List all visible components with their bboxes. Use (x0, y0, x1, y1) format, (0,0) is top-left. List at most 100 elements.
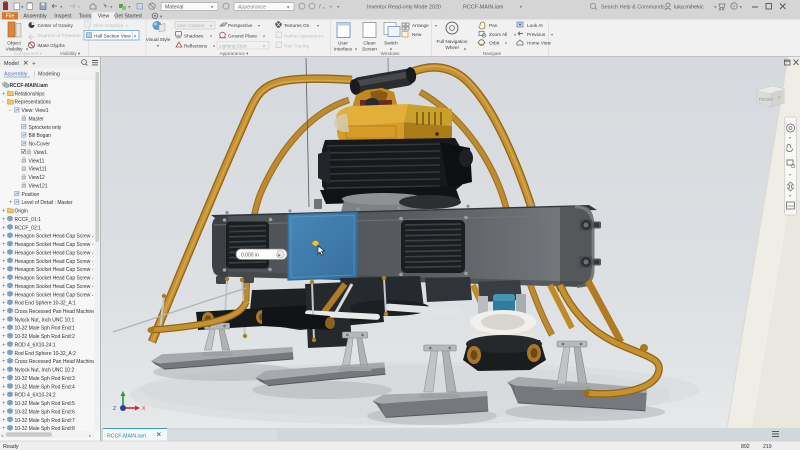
svg-text:Hexagon Socket Head Cap Screw: Hexagon Socket Head Cap Screw - Ind (15, 292, 102, 298)
svg-text:Hexagon Socket Head Cap Screw: Hexagon Socket Head Cap Screw - Ind (15, 242, 102, 248)
svg-text:Arrange: Arrange (412, 23, 429, 28)
svg-text:+: + (2, 334, 6, 340)
svg-text:Reflections: Reflections (184, 43, 208, 48)
svg-text:▾: ▾ (464, 47, 466, 52)
svg-text:View121: View121 (29, 183, 48, 189)
svg-text:Half Section View: Half Section View (94, 34, 131, 39)
svg-text:▾: ▾ (126, 23, 128, 28)
svg-text:Get Started: Get Started (114, 14, 142, 20)
svg-text:Appearance: Appearance (237, 4, 266, 10)
svg-text:+: + (2, 91, 6, 97)
svg-text:Lighting Style: Lighting Style (219, 43, 248, 48)
svg-text:▾: ▾ (317, 24, 319, 28)
svg-text:Z: Z (113, 406, 116, 412)
svg-text:Inventor Read-only Mode 2020: Inventor Read-only Mode 2020 (367, 4, 441, 10)
svg-text:▾: ▾ (355, 47, 357, 52)
svg-text:Ground Plane: Ground Plane (228, 33, 257, 38)
svg-text:-: - (9, 108, 11, 114)
svg-text:+: + (2, 359, 6, 365)
svg-text:Rod End Sphere 10-32_A:1: Rod End Sphere 10-32_A:1 (15, 301, 77, 307)
svg-text:+: + (2, 284, 6, 290)
svg-text:ROD 4_6X10-24:2: ROD 4_6X10-24:2 (15, 393, 56, 399)
svg-text:Shadows: Shadows (184, 33, 204, 38)
svg-text:Level of Detail : Master: Level of Detail : Master (22, 200, 73, 206)
svg-text:▾: ▾ (210, 34, 212, 38)
svg-text:+: + (2, 393, 6, 399)
svg-text:+: + (2, 217, 6, 223)
svg-text:Home View: Home View (527, 40, 551, 45)
svg-text:Zoom All: Zoom All (489, 32, 507, 37)
svg-text:▾: ▾ (435, 24, 437, 28)
svg-text:Wheel: Wheel (445, 45, 458, 50)
svg-text:-: - (2, 100, 4, 106)
svg-text:0.000 in: 0.000 in (241, 253, 259, 259)
svg-text:ROD 4_6X10-24:1: ROD 4_6X10-24:1 (15, 342, 56, 348)
svg-text:+: + (2, 368, 6, 374)
svg-text:Perspective: Perspective (228, 23, 253, 28)
svg-text:Cross Recessed Pan Head Machin: Cross Recessed Pan Head Machine Scr (15, 309, 105, 315)
svg-text:Hexagon Socket Head Cap Screw: Hexagon Socket Head Cap Screw - Ind (15, 267, 102, 273)
svg-text:+: + (2, 317, 6, 323)
svg-text:▾: ▾ (263, 34, 265, 38)
svg-text:User: User (338, 41, 348, 46)
svg-text:Tools: Tools (79, 14, 92, 20)
svg-text:▾: ▾ (551, 33, 553, 37)
svg-text:+: + (2, 351, 6, 357)
svg-text:+: + (2, 276, 6, 282)
svg-text:▾: ▾ (263, 44, 265, 48)
svg-text:Ready: Ready (3, 444, 19, 450)
svg-text:Textures On: Textures On (284, 23, 310, 28)
svg-text:Nylock Nut, Inch UNC 10:2: Nylock Nut, Inch UNC 10:2 (15, 368, 75, 374)
svg-text:▾: ▾ (134, 33, 136, 38)
svg-text:Degrees of Freedom: Degrees of Freedom (38, 33, 81, 38)
svg-text:No-Cover: No-Cover (29, 142, 51, 148)
svg-text:Screen: Screen (362, 47, 377, 52)
svg-text:+: + (2, 301, 6, 307)
svg-text:Origin: Origin (15, 209, 29, 215)
svg-text:Object: Object (7, 41, 21, 46)
svg-text:View: View1: View: View1 (22, 108, 49, 114)
svg-text:Previous: Previous (527, 32, 546, 37)
svg-text:Model: Model (4, 61, 19, 67)
svg-text:10-32 Male Sph Rod End:5: 10-32 Male Sph Rod End:5 (15, 401, 76, 407)
svg-text:▾: ▾ (789, 135, 791, 140)
svg-text:10-32 Male Sph Rod End:3: 10-32 Male Sph Rod End:3 (15, 376, 76, 382)
svg-text:Look At: Look At (527, 23, 543, 28)
svg-text:RCCF-MAIN.iam: RCCF-MAIN.iam (463, 4, 504, 10)
svg-text:Refine Appearance: Refine Appearance (284, 33, 324, 38)
svg-text:+: + (2, 209, 6, 215)
svg-text:+: + (2, 292, 6, 298)
svg-text:+: + (2, 250, 6, 256)
svg-text:Search Help & Commands...: Search Help & Commands... (601, 4, 669, 10)
svg-text:Visual Style: Visual Style (146, 37, 171, 42)
svg-text:Material: Material (165, 4, 183, 10)
svg-text:|: | (34, 72, 35, 78)
svg-text:10-32 Male Sph Rod End:2: 10-32 Male Sph Rod End:2 (15, 334, 76, 340)
svg-text:▾: ▾ (210, 24, 212, 28)
svg-text:Hexagon Socket Head Cap Screw: Hexagon Socket Head Cap Screw - Ind (15, 250, 102, 256)
svg-text:RCCF-MAIN.iam: RCCF-MAIN.iam (107, 433, 146, 439)
svg-text:View: View (98, 14, 110, 20)
svg-text:+: + (2, 418, 6, 424)
svg-text:Appearance ▾: Appearance ▾ (220, 51, 250, 56)
svg-text:Ray Tracing: Ray Tracing (284, 43, 309, 48)
svg-text:▾: ▾ (789, 193, 791, 198)
svg-text:892: 892 (741, 444, 750, 450)
svg-text:Relationships: Relationships (15, 91, 46, 97)
svg-text:+: + (2, 259, 6, 265)
svg-text:Master: Master (29, 116, 45, 122)
svg-text:▾: ▾ (157, 43, 159, 48)
svg-text:Clean: Clean (363, 41, 376, 46)
svg-text:Representations: Representations (15, 100, 52, 106)
svg-text:RCCF_01:1: RCCF_01:1 (15, 217, 42, 223)
svg-text:Rod End Sphere 10-32_A:2: Rod End Sphere 10-32_A:2 (15, 351, 77, 357)
svg-text:Windows: Windows (380, 51, 400, 56)
svg-text:Bill Bogan: Bill Bogan (29, 133, 52, 139)
svg-text:Interface: Interface (334, 47, 353, 52)
svg-text:+: + (2, 225, 6, 231)
svg-text:+: + (329, 4, 333, 11)
svg-text:New: New (412, 32, 422, 37)
svg-text:RCCF_02:1: RCCF_02:1 (15, 225, 42, 231)
svg-text:x: x (323, 5, 325, 10)
svg-text:+: + (2, 342, 6, 348)
